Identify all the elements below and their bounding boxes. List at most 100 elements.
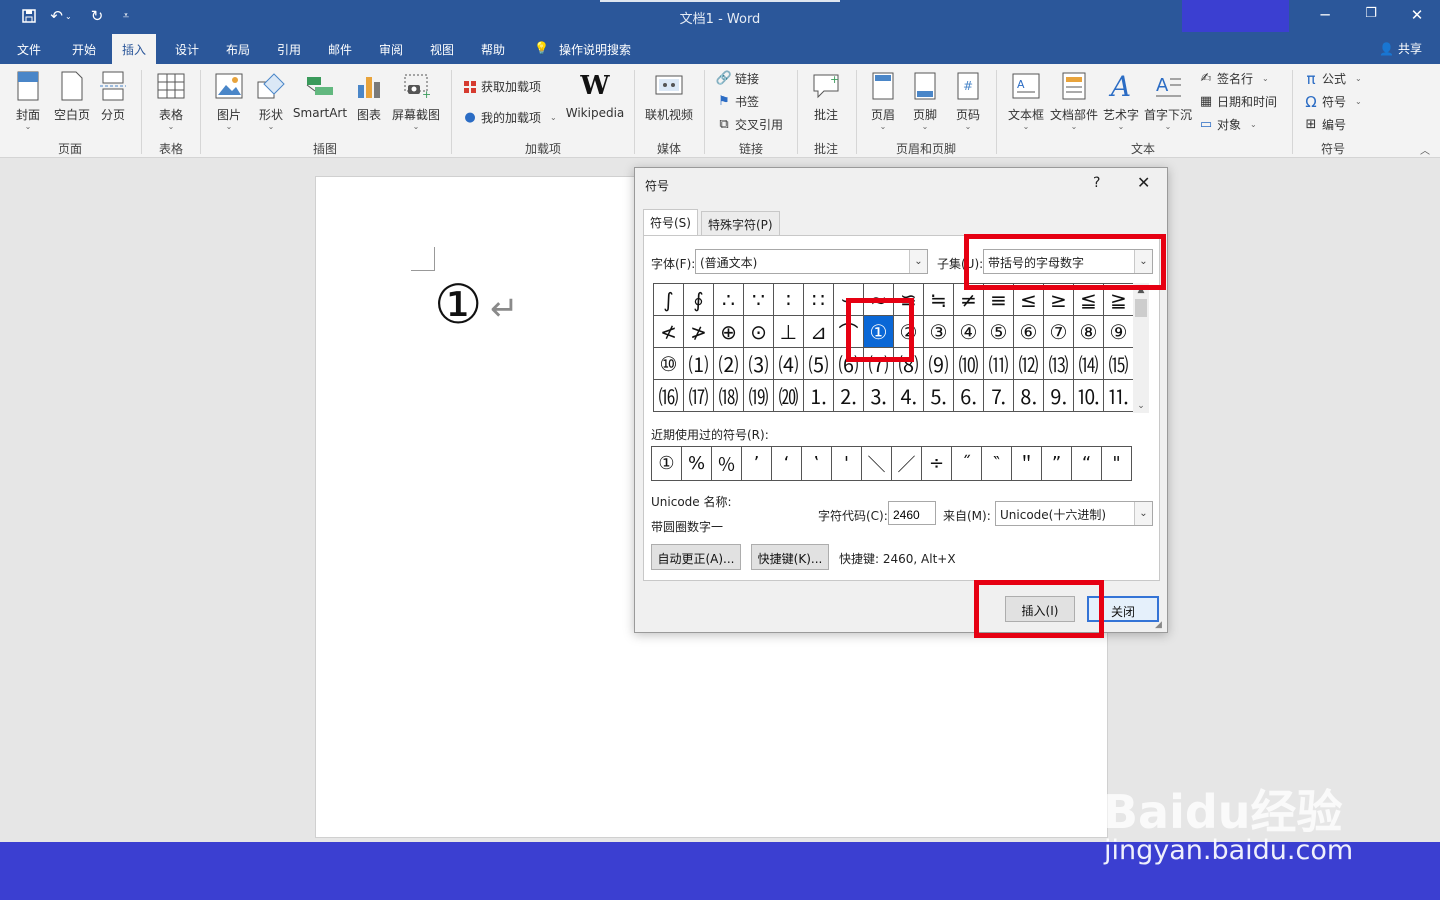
font-select[interactable]: (普通文本) ⌄ (695, 249, 928, 274)
symbol-cell[interactable]: ⒆ (744, 380, 774, 412)
get-addins-button[interactable]: 获取加载项 (462, 78, 541, 95)
resize-grip-icon[interactable]: ◢ (1155, 620, 1165, 630)
close-window-icon[interactable]: ✕ (1402, 6, 1432, 26)
online-video-button[interactable]: 联机视频 (642, 70, 696, 123)
symbol-cell[interactable]: ⒐ (1044, 380, 1074, 412)
tab-review[interactable]: 审阅 (379, 41, 403, 58)
symbol-cell[interactable]: ⑷ (774, 348, 804, 380)
char-code-input[interactable] (888, 501, 936, 525)
symbol-cell[interactable]: ≯ (684, 316, 714, 348)
symbol-cell[interactable]: ⑾ (984, 348, 1014, 380)
symbol-cell[interactable]: ⑿ (1014, 348, 1044, 380)
recent-symbol-cell[interactable]: “ (1072, 447, 1102, 481)
recent-symbol-cell[interactable]: ％ (712, 447, 742, 481)
recent-symbol-cell[interactable]: ‛ (802, 447, 832, 481)
cross-reference-button[interactable]: ⧉ 交叉引用 (716, 116, 783, 133)
symbol-cell[interactable]: ⒏ (1014, 380, 1044, 412)
symbol-cell[interactable]: ⒅ (714, 380, 744, 412)
symbol-cell[interactable]: ⒍ (954, 380, 984, 412)
restore-icon[interactable]: ❐ (1356, 6, 1386, 26)
tab-mailings[interactable]: 邮件 (328, 41, 352, 58)
recent-symbol-cell[interactable]: % (682, 447, 712, 481)
symbol-cell[interactable]: ⑸ (804, 348, 834, 380)
tab-symbols[interactable]: 符号(S) (643, 209, 698, 236)
recent-symbol-cell[interactable]: ＼ (862, 447, 892, 481)
page-break-button[interactable]: 分页 (96, 70, 130, 123)
signature-line-button[interactable]: ✍ 签名行 ⌄ (1198, 70, 1269, 87)
recent-symbol-cell[interactable]: ” (1042, 447, 1072, 481)
tab-design[interactable]: 设计 (175, 41, 199, 58)
symbol-cell[interactable]: ⑦ (1044, 316, 1074, 348)
symbol-cell[interactable]: ⑵ (714, 348, 744, 380)
tab-view[interactable]: 视图 (430, 41, 454, 58)
tab-special-characters[interactable]: 特殊字符(P) (701, 211, 780, 235)
symbol-cell[interactable]: ⑴ (684, 348, 714, 380)
textbox-button[interactable]: A 文本框 ⌄ (1006, 70, 1046, 131)
blank-page-button[interactable]: 空白页 (51, 70, 93, 123)
screenshot-button[interactable]: + 屏幕截图 ⌄ (389, 70, 443, 131)
tab-references[interactable]: 引用 (277, 41, 301, 58)
number-button[interactable]: ⊞ 编号 (1303, 116, 1346, 133)
my-addins-button[interactable]: ● 我的加载项 ⌄ (462, 109, 556, 126)
from-select[interactable]: Unicode(十六进制) ⌄ (995, 501, 1153, 526)
symbol-cell[interactable]: ⒈ (804, 380, 834, 412)
symbol-cell[interactable]: ⒃ (654, 380, 684, 412)
autocorrect-button[interactable]: 自动更正(A)... (651, 544, 741, 570)
page-number-button[interactable]: # 页码 ⌄ (952, 70, 984, 131)
object-button[interactable]: ▭ 对象 ⌄ (1198, 116, 1257, 133)
symbol-cell[interactable]: ∮ (684, 284, 714, 316)
tab-home[interactable]: 开始 (72, 41, 96, 58)
link-button[interactable]: 🔗 链接 (716, 70, 759, 87)
symbol-cell[interactable]: ⒀ (1044, 348, 1074, 380)
shapes-button[interactable]: 形状 ⌄ (253, 70, 289, 131)
table-button[interactable]: 表格 ⌄ (152, 70, 190, 131)
dropcap-button[interactable]: A 首字下沉 ⌄ (1142, 70, 1194, 131)
bookmark-button[interactable]: ⚑ 书签 (716, 93, 759, 110)
scroll-down-icon[interactable]: ⌄ (1133, 401, 1149, 411)
recent-symbol-cell[interactable]: " (1102, 447, 1132, 481)
cover-page-button[interactable]: 封面 ⌄ (10, 70, 46, 131)
symbol-cell[interactable]: ⒑ (1074, 380, 1104, 412)
inserted-symbol[interactable]: ① (434, 275, 482, 335)
symbol-cell[interactable]: ∫ (654, 284, 684, 316)
datetime-button[interactable]: ▦ 日期和时间 (1198, 93, 1277, 110)
symbol-cell[interactable]: ⊥ (774, 316, 804, 348)
symbol-cell[interactable]: ≒ (924, 284, 954, 316)
symbol-cell[interactable]: ⒊ (864, 380, 894, 412)
symbol-cell[interactable]: ∵ (744, 284, 774, 316)
recent-symbol-cell[interactable]: ‶ (982, 447, 1012, 481)
wikipedia-button[interactable]: W Wikipedia (564, 70, 626, 120)
recent-symbol-cell[interactable]: ／ (892, 447, 922, 481)
smartart-button[interactable]: SmartArt (292, 70, 348, 120)
recent-symbol-cell[interactable]: ‘ (772, 447, 802, 481)
tab-help[interactable]: 帮助 (481, 41, 505, 58)
tell-me-search[interactable]: 操作说明搜索 (559, 41, 631, 58)
recent-symbol-cell[interactable]: ① (652, 447, 682, 481)
symbol-cell[interactable]: ∴ (714, 284, 744, 316)
pictures-button[interactable]: 图片 ⌄ (212, 70, 246, 131)
shortcut-key-button[interactable]: 快捷键(K)... (751, 544, 829, 570)
symbol-cell[interactable]: ⑨ (1104, 316, 1134, 348)
symbol-cell[interactable]: ③ (924, 316, 954, 348)
symbol-cell[interactable]: ⊕ (714, 316, 744, 348)
symbol-scrollbar[interactable]: ▲ ⌄ (1133, 283, 1149, 413)
chart-button[interactable]: 图表 (354, 70, 384, 123)
recent-symbol-cell[interactable]: ÷ (922, 447, 952, 481)
symbol-cell[interactable]: ⒉ (834, 380, 864, 412)
tab-layout[interactable]: 布局 (226, 41, 250, 58)
symbol-cell[interactable]: ⒂ (1104, 348, 1134, 380)
recent-symbol-cell[interactable]: ˝ (952, 447, 982, 481)
recent-symbol-cell[interactable]: ’ (742, 447, 772, 481)
quick-parts-button[interactable]: 文档部件 ⌄ (1048, 70, 1100, 131)
symbol-cell[interactable]: ⊿ (804, 316, 834, 348)
header-button[interactable]: 页眉 ⌄ (867, 70, 899, 131)
symbol-cell[interactable]: ⑤ (984, 316, 1014, 348)
help-icon[interactable]: ? (1093, 175, 1100, 191)
symbol-cell[interactable]: ⒇ (774, 380, 804, 412)
symbol-cell[interactable]: ≮ (654, 316, 684, 348)
minimize-icon[interactable]: ─ (1310, 6, 1340, 26)
tab-file[interactable]: 文件 (17, 41, 41, 58)
tab-insert[interactable]: 插入 (112, 34, 157, 64)
symbol-cell[interactable]: ⑶ (744, 348, 774, 380)
symbol-cell[interactable]: ⊙ (744, 316, 774, 348)
